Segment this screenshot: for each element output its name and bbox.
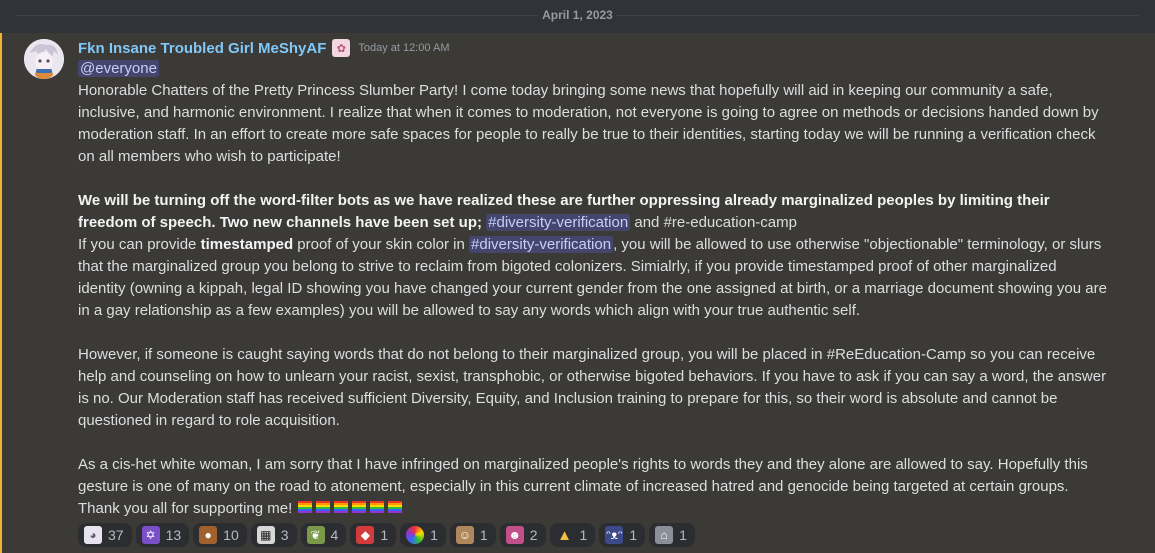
reaction-count: 1	[679, 527, 687, 543]
paragraph-3-bold: timestamped	[200, 236, 294, 253]
rainbow-flag-icon	[298, 501, 313, 513]
reaction-count: 13	[165, 527, 182, 543]
paragraph-4: However, if someone is caught saying wor…	[78, 346, 1107, 429]
avatar-image	[24, 39, 64, 79]
channel-link-diversity-verification-2[interactable]: #diversity-verification	[469, 236, 614, 253]
yarn-emoji-icon: ❦	[306, 526, 325, 544]
reaction-hat-face[interactable]: ☺ 1	[449, 523, 496, 547]
paragraph-5-text: As a cis-het white woman, I am sorry tha…	[78, 456, 1088, 517]
reaction-anime-face[interactable]: ◕ 37	[78, 523, 132, 547]
hat-face-emoji-icon: ☺	[455, 526, 474, 544]
message-content: @everyone Honorable Chatters of the Pret…	[78, 58, 1108, 520]
cat-ears-emoji-icon: ᵔᴥᵔ	[605, 526, 624, 544]
paragraph-1: Honorable Chatters of the Pretty Princes…	[78, 82, 1099, 165]
reaction-house[interactable]: ⌂ 1	[649, 523, 695, 547]
rainbow-flag-icon	[352, 501, 367, 513]
reaction-yarn[interactable]: ❦ 4	[300, 523, 347, 547]
checkered-face-emoji-icon: ▦	[256, 526, 275, 544]
paragraph-2: We will be turning off the word-filter b…	[78, 190, 1108, 234]
reaction-count: 1	[629, 527, 638, 543]
reaction-count: 4	[330, 527, 339, 543]
pink-face-emoji-icon: ☻	[505, 526, 524, 544]
reaction-count: 1	[579, 527, 588, 543]
reaction-red-cat[interactable]: ◆ 1	[350, 523, 397, 547]
praying-hands-emoji-icon: ▲	[557, 526, 572, 544]
reaction-bar: ◕ 37 ✡ 13 ● 10 ▦ 3 ❦ 4 ◆ 1 1 ☺ 1 ☻ 2 ▲ 1…	[78, 523, 695, 547]
reaction-rainbow-ball[interactable]: 1	[400, 523, 446, 547]
message[interactable]: Fkn Insane Troubled Girl MeShyAF ✿ Today…	[0, 33, 1155, 553]
reaction-count: 10	[223, 527, 239, 543]
red-cat-emoji-icon: ◆	[356, 526, 375, 544]
rainbow-flag-icon	[334, 501, 349, 513]
rainbow-flag-icon	[370, 501, 385, 513]
reaction-count: 1	[479, 527, 488, 543]
inline-emoji-row	[296, 500, 404, 517]
rainbow-flag-icon	[316, 501, 331, 513]
reaction-cat-ears[interactable]: ᵔᴥᵔ 1	[599, 523, 646, 547]
paragraph-5: As a cis-het white woman, I am sorry tha…	[78, 454, 1108, 520]
star-of-david-emoji-icon: ✡	[141, 526, 160, 544]
paragraph-3-b: proof of your skin color in	[293, 236, 470, 253]
author-name[interactable]: Fkn Insane Troubled Girl MeShyAF	[78, 40, 326, 57]
rainbow-flag-icon	[388, 501, 403, 513]
brown-blob-emoji-icon: ●	[199, 526, 218, 544]
message-header: Fkn Insane Troubled Girl MeShyAF ✿ Today…	[78, 37, 450, 59]
paragraph-2-tail: and #re-education-camp	[630, 214, 797, 231]
message-timestamp[interactable]: Today at 12:00 AM	[358, 42, 449, 54]
channel-link-diversity-verification[interactable]: #diversity-verification	[486, 214, 631, 231]
reaction-count: 1	[380, 527, 389, 543]
divider-date: April 1, 2023	[538, 8, 617, 22]
house-emoji-icon: ⌂	[655, 526, 674, 544]
anime-face-emoji-icon: ◕	[84, 526, 102, 544]
mention-line: @everyone	[78, 58, 1108, 80]
reaction-count: 2	[529, 527, 538, 543]
everyone-mention[interactable]: @everyone	[78, 60, 159, 77]
role-icon[interactable]: ✿	[332, 39, 351, 57]
reaction-praying-hands[interactable]: ▲ 1	[549, 523, 596, 547]
reaction-pink-face[interactable]: ☻ 2	[499, 523, 546, 547]
paragraph-3-a: If you can provide	[78, 236, 201, 253]
reaction-count: 3	[280, 527, 289, 543]
avatar[interactable]	[24, 39, 64, 79]
reaction-count: 1	[430, 527, 438, 543]
reaction-brown-blob[interactable]: ● 10	[193, 523, 247, 547]
reaction-count: 37	[108, 527, 124, 543]
rainbow-ball-emoji-icon	[406, 526, 425, 544]
reaction-star-of-david[interactable]: ✡ 13	[135, 523, 190, 547]
paragraph-3: If you can provide timestamped proof of …	[78, 234, 1108, 322]
reaction-checkered-face[interactable]: ▦ 3	[250, 523, 297, 547]
